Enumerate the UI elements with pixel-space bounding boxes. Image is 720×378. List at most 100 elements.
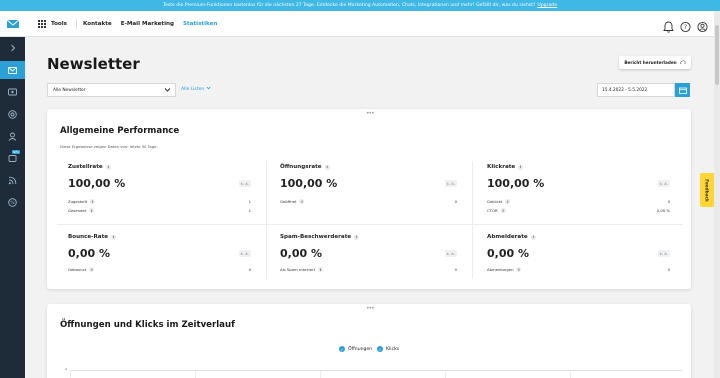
drag-handle-icon[interactable]: ••• [366,111,375,117]
calendar-button[interactable] [675,83,690,97]
metric-value: 100,00 % [280,177,338,190]
comparison-badge: k. A. [657,250,670,257]
sidebar-item-targeting[interactable] [0,105,25,123]
newsletter-select-value: Alle Newsletter [53,87,86,93]
mail-icon [8,66,17,74]
info-icon[interactable]: i [500,208,506,213]
bell-icon[interactable] [663,18,674,33]
metric-value: 0,00 % [487,247,529,260]
sidebar-item-automation[interactable] [0,83,25,101]
nav-contacts[interactable]: Kontakte [83,21,112,27]
lists-filter-dropdown[interactable]: Alle Listen [181,83,211,97]
info-icon[interactable]: i [324,164,330,170]
metric-row: Als Spam markiert i 0 [280,267,457,272]
info-icon[interactable]: i [518,164,524,170]
rss-icon [8,176,17,184]
legend-opens[interactable]: ✓ Öffnungen [339,346,372,352]
apps-grid-icon[interactable] [38,20,46,28]
info-icon[interactable]: i [318,267,324,272]
upgrade-link[interactable]: Upgrade [537,3,557,8]
metric-value: 0,00 % [68,247,110,260]
sidebar-item-rss[interactable] [0,171,25,189]
info-icon[interactable]: i [90,199,96,204]
feedback-label: Feedback [704,178,710,202]
cloud-download-icon [679,60,686,65]
metric-unsubscribe-rate: Abmelderate i 0,00 % k. A. Abmeldungen i 0 [487,234,670,279]
timeline-title: Öffnungen und Klicks im Zeitverlauf [60,320,235,330]
info-icon[interactable]: i [505,199,511,204]
metric-value: 100,00 % [68,177,126,190]
trial-banner: Teste die Premium-Funktionen kostenlos f… [0,0,720,11]
chevron-down-icon [164,88,171,92]
chat-icon [8,154,17,162]
nav-email-marketing[interactable]: E-Mail Marketing [121,21,174,27]
row-divider [57,224,683,225]
info-icon[interactable]: i [89,267,95,272]
info-icon[interactable]: i [530,234,536,240]
metric-value: 0,00 % [280,247,322,260]
metric-open-rate: Öffnungsrate i 100,00 % k. A. Geöffnet i 0 [280,164,457,219]
top-icons: ? [663,18,708,33]
help-icon[interactable]: ? [680,18,691,33]
metric-name: Öffnungsrate i [280,164,330,170]
page-scrollbar[interactable] [714,11,720,378]
check-icon: ✓ [339,346,345,352]
timeline-chart-area [70,370,682,378]
download-report-button[interactable]: Bericht herunterladen [619,56,691,69]
column-divider [266,161,267,279]
metric-row: Gesendet i 1 [68,208,251,213]
download-report-label: Bericht herunterladen [624,60,677,65]
lists-filter-label: Alle Listen [181,87,205,92]
metric-name: Klickrate i [487,164,524,170]
y-axis-tick: 4 [65,367,67,371]
newsletter-select[interactable]: Alle Newsletter [47,83,176,97]
metric-name: Bounce-Rate i [68,234,117,240]
metric-row: Geöffnet i 0 [280,199,457,204]
metric-row: Geklickt i 0 [487,199,670,204]
sidebar-item-contacts[interactable] [0,127,25,145]
info-icon[interactable]: i [105,164,111,170]
info-icon[interactable]: i [111,234,117,240]
divider [76,19,77,29]
nav-statistics[interactable]: Statistiken [183,21,217,27]
legend-clicks[interactable]: ✓ Klicks [377,346,399,352]
info-icon[interactable]: i [89,208,95,213]
chevron-down-icon [206,86,211,90]
logo[interactable] [0,11,25,37]
date-range-value: 15.4.2022 - 5.5.2022 [602,87,648,93]
comparison-badge: k. A. [238,180,251,187]
scrollbar-thumb[interactable] [715,25,719,85]
drag-handle-icon[interactable]: ••• [366,306,375,312]
svg-text:%: % [10,200,15,206]
sidebar-expand-item[interactable] [0,39,25,57]
check-icon: ✓ [377,346,383,352]
envelope-logo-icon [6,19,19,28]
metric-row: Zugestellt i 1 [68,199,251,204]
sidebar-item-chat[interactable]: NEU [0,149,25,167]
top-navigation-bar: Tools Kontakte E-Mail Marketing Statisti… [0,11,714,37]
calendar-icon [678,87,687,94]
metric-row: CTOR i 0,00 % [487,208,670,213]
sidebar-item-campaigns[interactable] [0,61,25,79]
comparison-badge: k. A. [444,180,457,187]
comparison-badge: k. A. [657,180,670,187]
sidebar: NEU % [0,37,25,378]
info-icon[interactable]: i [516,267,522,272]
metric-spam-rate: Spam-Beschwerderate i 0,00 % k. A. Als Sp… [280,234,457,279]
date-range-input[interactable]: 15.4.2022 - 5.5.2022 [597,83,675,97]
contacts-icon [8,132,17,141]
info-icon[interactable]: i [299,199,305,204]
feedback-tab[interactable]: Feedback [700,173,714,207]
metric-click-rate: Klickrate i 100,00 % k. A. Geklickt i 0 CTO… [487,164,670,219]
info-icon[interactable]: i [354,234,360,240]
metric-name: Zustellrate i [68,164,111,170]
performance-title: Allgemeine Performance [60,126,180,136]
legend-clicks-label: Klicks [386,346,400,352]
comparison-badge: k. A. [238,250,251,257]
user-avatar-icon[interactable] [697,18,708,33]
sidebar-item-settings[interactable]: % [0,193,25,211]
metric-row: Abmeldungen i 0 [487,267,670,272]
tools-menu[interactable]: Tools [51,11,67,37]
performance-subtitle: Diese Ergebnisse zeigen Daten von: letzt… [60,144,158,149]
automation-icon [8,88,17,96]
